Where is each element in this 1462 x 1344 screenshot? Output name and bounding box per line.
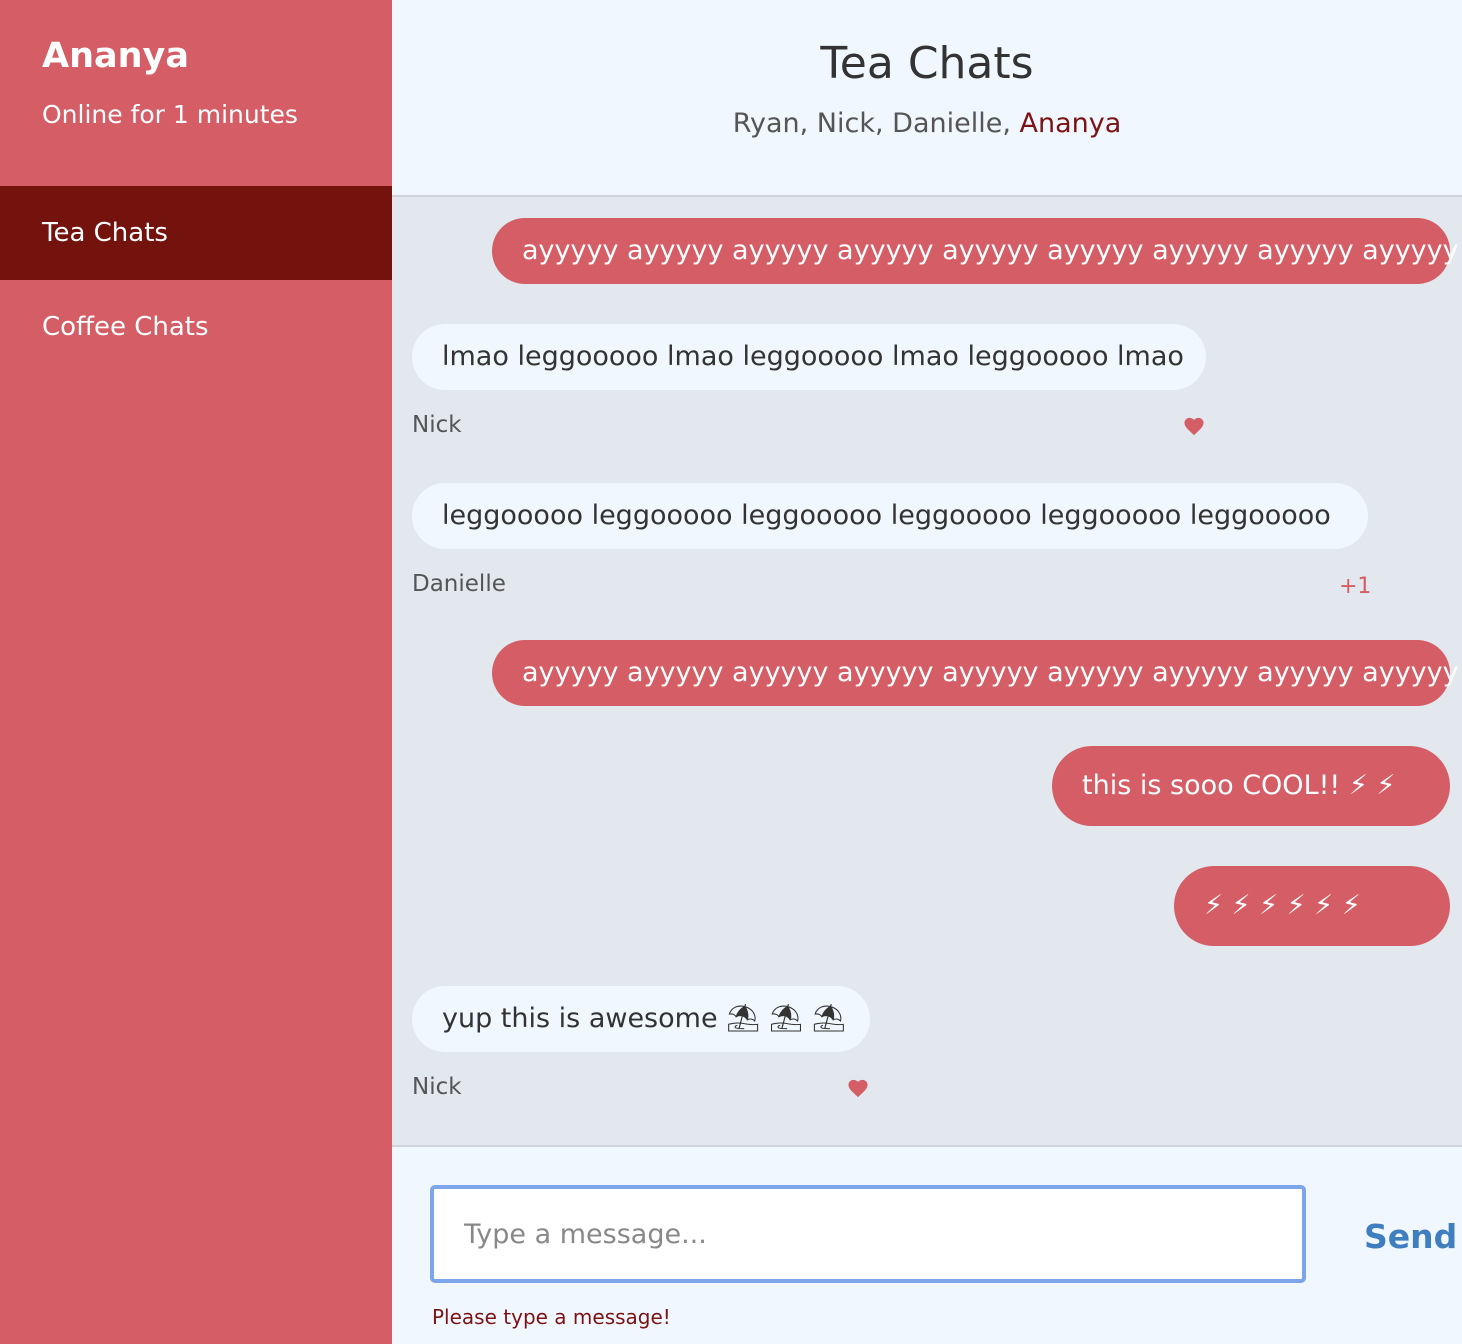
heart-icon[interactable] (1183, 416, 1205, 442)
chat-header: Tea Chats Ryan, Nick, Danielle, Ananya (392, 0, 1462, 197)
message-input[interactable] (430, 1185, 1306, 1283)
validation-error: Please type a message! (432, 1305, 671, 1329)
message-sender: Nick (412, 1074, 462, 1100)
message-bubble-mine: ayyyyy ayyyyy ayyyyy ayyyyy ayyyyy ayyyy… (492, 640, 1459, 706)
sidebar: Ananya Online for 1 minutes Tea Chats Co… (0, 0, 392, 1344)
message-sender: Danielle (412, 571, 506, 597)
message-composer: Send Please type a message! (392, 1145, 1462, 1344)
heart-icon[interactable] (847, 1078, 869, 1104)
channel-tea-chats[interactable]: Tea Chats (0, 186, 392, 280)
chat-title: Tea Chats (820, 38, 1034, 89)
send-button[interactable]: Send (1364, 1217, 1457, 1256)
message-bubble-mine: this is sooo COOL!! ⚡ ⚡ (1052, 746, 1450, 826)
message-sender: Nick (412, 412, 462, 438)
message-bubble-mine: ayyyyy ayyyyy ayyyyy ayyyyy ayyyyy ayyyy… (492, 218, 1459, 284)
message-bubble-other: leggooooo leggooooo leggooooo leggooooo … (412, 483, 1368, 549)
user-status: Online for 1 minutes (42, 100, 298, 129)
member-names: Ryan, Nick, Danielle, (732, 108, 1020, 139)
member-me: Ananya (1019, 108, 1122, 139)
message-bubble-other: yup this is awesome ⛱ ⛱ ⛱ (412, 986, 870, 1052)
message-list: ayyyyy ayyyyy ayyyyy ayyyyy ayyyyy ayyyy… (392, 197, 1462, 1145)
member-list: Ryan, Nick, Danielle, Ananya (392, 108, 1462, 139)
user-name: Ananya (42, 36, 189, 76)
reaction-count[interactable]: +1 (1339, 574, 1371, 599)
channel-coffee-chats[interactable]: Coffee Chats (0, 280, 392, 374)
message-bubble-mine: ⚡ ⚡ ⚡ ⚡ ⚡ ⚡ (1174, 866, 1450, 946)
message-bubble-other: lmao leggooooo lmao leggooooo lmao leggo… (412, 324, 1206, 390)
